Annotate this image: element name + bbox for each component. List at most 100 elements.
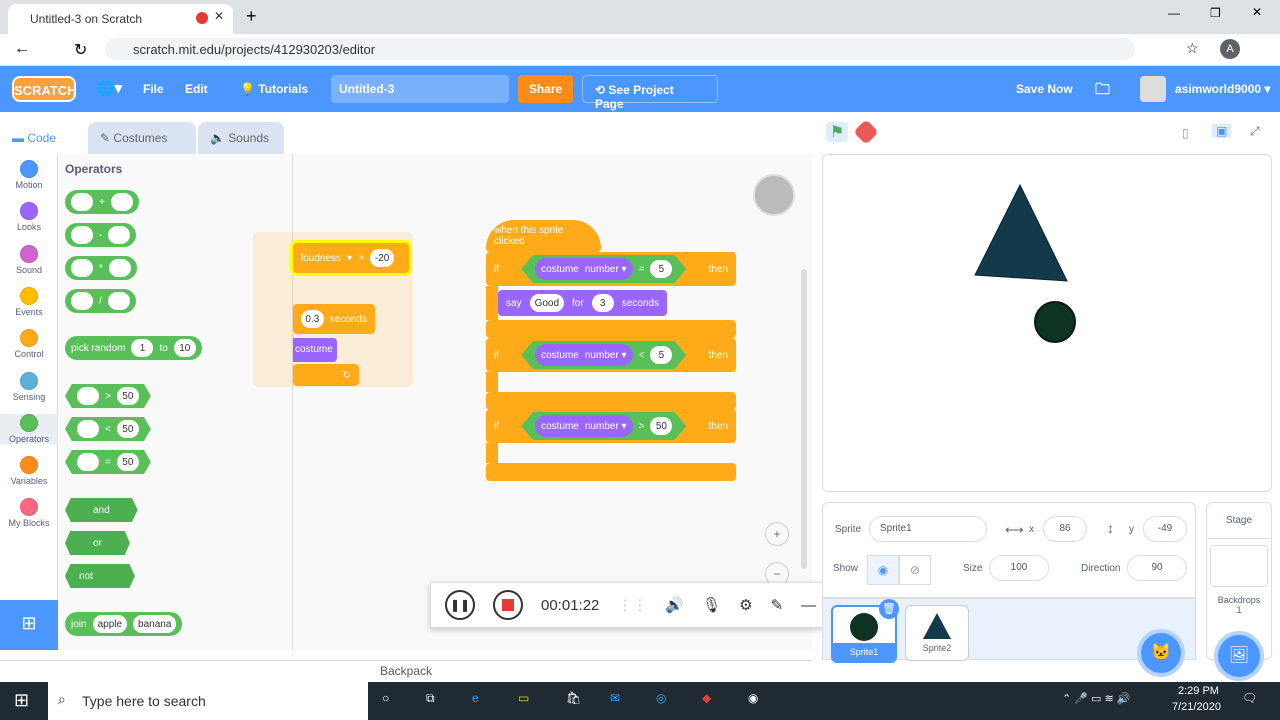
choose-sprite-cat-icon[interactable]: 🐱 [1141, 633, 1181, 673]
category-events[interactable]: Events [0, 286, 58, 317]
zoom-in-icon[interactable]: + [765, 522, 789, 546]
compare-block[interactable]: >50 [65, 384, 151, 408]
ghost-if-block[interactable]: loudness ▾ > -20 [293, 243, 409, 273]
tray-icons[interactable]: ⌃ 🎤 ▭ ≋ 🔊 [1062, 692, 1130, 705]
size-input[interactable]: 100 [989, 555, 1049, 581]
input[interactable]: 50 [116, 420, 139, 438]
value-input[interactable]: 5 [650, 346, 672, 364]
tab-costumes[interactable]: ✎ Costumes [88, 122, 196, 154]
operator-block[interactable]: * [65, 256, 137, 280]
edit-menu[interactable]: Edit [185, 82, 208, 96]
input[interactable] [110, 193, 133, 211]
user-avatar[interactable] [1140, 76, 1166, 102]
sprite-name-input[interactable]: Sprite1 [869, 516, 987, 542]
minimize-icon[interactable]: — [1168, 6, 1180, 20]
input[interactable]: 50 [116, 387, 139, 405]
user-menu[interactable]: asimworld9000 ▾ [1175, 82, 1270, 96]
compare-condition[interactable]: costume number ▾ <5 [521, 341, 686, 369]
pick-random-block[interactable]: pick random 1 to 10 [65, 336, 202, 360]
category-operators[interactable]: Operators [0, 413, 58, 444]
category-variables[interactable]: Variables [0, 456, 58, 486]
cortana-icon[interactable]: ○ [382, 691, 389, 705]
compare-block[interactable]: <50 [65, 417, 151, 441]
input[interactable] [107, 292, 130, 310]
compare-block[interactable]: = 50 [65, 450, 151, 474]
operator-block[interactable]: / [65, 289, 136, 313]
clock-date[interactable]: 7/21/2020 [1172, 701, 1221, 713]
store-icon[interactable]: 🛍 [566, 691, 581, 705]
input[interactable]: 1 [131, 339, 154, 357]
stop-recording-icon[interactable] [493, 590, 523, 620]
new-tab-icon[interactable]: + [246, 6, 257, 27]
input[interactable] [71, 193, 93, 211]
close-tab-icon[interactable]: ✕ [214, 9, 224, 23]
green-flag-icon[interactable]: ⚑ [826, 122, 848, 142]
number-dropdown[interactable]: number ▾ [585, 350, 627, 361]
browser-tab[interactable]: Untitled-3 on Scratch ✕ [8, 4, 233, 34]
backpack[interactable]: Backpack [0, 660, 812, 682]
input[interactable] [71, 226, 93, 244]
pen-icon[interactable]: ✎ [771, 596, 784, 614]
input[interactable] [71, 292, 93, 310]
save-now-button[interactable]: Save Now [1016, 82, 1073, 96]
value-input[interactable]: 50 [650, 417, 672, 435]
microphone-icon[interactable]: 🎙 [702, 596, 721, 614]
category-looks[interactable]: Looks [0, 202, 58, 232]
windows-start-icon[interactable]: ⊞ [14, 690, 29, 711]
reload-icon[interactable]: ↻ [74, 40, 87, 60]
tutorials-button[interactable]: 💡 Tutorials [240, 82, 308, 96]
project-title-input[interactable]: Untitled-3 [331, 75, 509, 103]
wait-input[interactable]: 0.3 [301, 310, 324, 328]
operator-block[interactable]: - [65, 223, 137, 247]
input[interactable] [108, 226, 131, 244]
edge-icon[interactable]: e [472, 691, 479, 705]
tab-sounds[interactable]: 🔈 Sounds [198, 122, 284, 154]
number-dropdown[interactable]: number ▾ [585, 264, 627, 275]
if-block[interactable]: if costume number ▾ >50 then [486, 409, 736, 443]
input[interactable]: banana [133, 615, 177, 633]
bookmark-star-icon[interactable]: ☆ [1186, 40, 1199, 57]
my-stuff-folder-icon[interactable]: 🗀 [1095, 79, 1110, 104]
show-visible-eye-icon[interactable]: ◉ [867, 555, 899, 585]
small-stage-icon[interactable]: ▯ [1182, 126, 1189, 140]
see-project-page-button[interactable]: ⟲ See Project Page [582, 75, 718, 111]
message-input[interactable]: Good [529, 294, 565, 312]
fullscreen-icon[interactable]: ⤢ [1250, 124, 1260, 139]
costume-reporter[interactable]: costume number ▾ [535, 258, 633, 280]
language-globe-icon[interactable]: 🌐▾ [96, 79, 122, 97]
choose-backdrop-icon[interactable]: 🖼 [1218, 635, 1260, 677]
scratch-logo[interactable]: SCRATCH [12, 76, 77, 102]
value-input[interactable]: -20 [369, 249, 395, 267]
say-for-secs-block[interactable]: say Good for 3 seconds [498, 290, 667, 316]
stop-icon[interactable] [853, 119, 879, 145]
input[interactable] [108, 259, 131, 277]
operator-block[interactable]: + [65, 190, 139, 214]
share-button[interactable]: Share [518, 75, 573, 103]
file-menu[interactable]: File [143, 82, 164, 96]
input[interactable]: 50 [116, 453, 139, 471]
camera-app-icon[interactable]: ◎ [656, 691, 666, 705]
backdrop-thumb[interactable] [1210, 545, 1268, 587]
triangle-sprite[interactable] [973, 183, 1069, 283]
y-input[interactable]: -49 [1143, 516, 1187, 542]
and-block[interactable]: and [65, 498, 138, 522]
category-motion[interactable]: Motion [0, 160, 58, 190]
hide-eye-slash-icon[interactable]: ⊘ [899, 555, 931, 585]
sprite-thumb-sprite2[interactable]: Sprite2 [905, 605, 969, 661]
category-control[interactable]: Control [0, 329, 58, 359]
costume-reporter[interactable]: costume number ▾ [535, 344, 633, 366]
category-my-blocks[interactable]: My Blocks [0, 498, 58, 528]
input[interactable] [77, 420, 99, 438]
x-input[interactable]: 86 [1043, 516, 1087, 542]
costume-reporter[interactable]: costume number ▾ [535, 415, 633, 437]
not-block[interactable]: not [65, 564, 135, 588]
input[interactable]: 10 [173, 339, 196, 357]
volume-icon[interactable]: 🔊 [665, 596, 684, 614]
url-field[interactable]: scratch.mit.edu/projects/412930203/edito… [105, 38, 1135, 60]
number-dropdown[interactable]: number ▾ [585, 421, 627, 432]
input[interactable]: apple [92, 615, 128, 633]
input[interactable] [71, 259, 93, 277]
stage[interactable] [822, 154, 1272, 492]
stage-target-pane[interactable]: Stage Backdrops 1 🖼 [1206, 502, 1272, 677]
workspace-scrollbar[interactable] [801, 269, 807, 569]
